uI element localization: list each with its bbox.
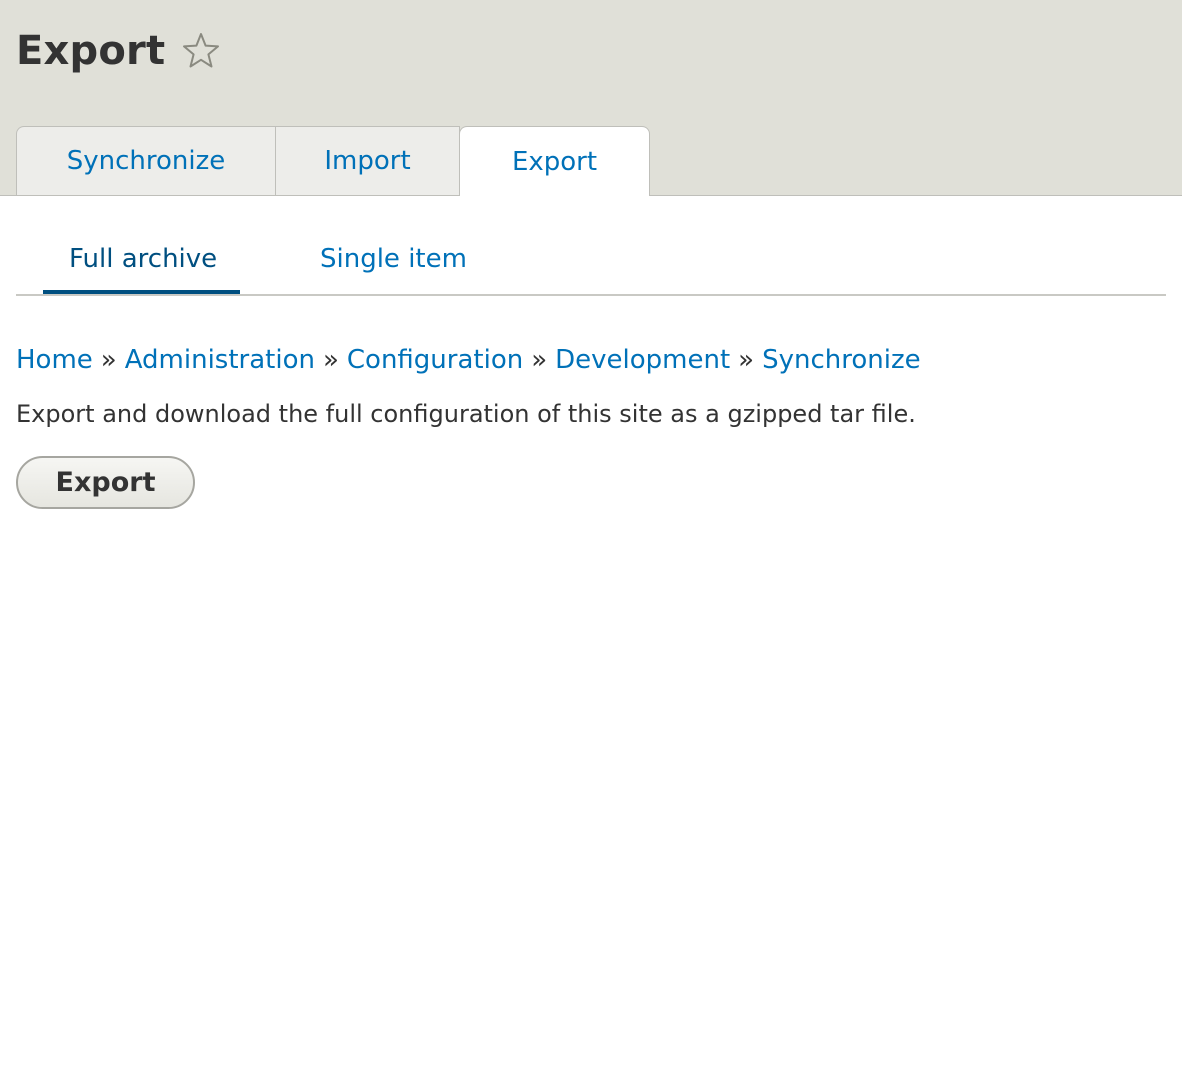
export-description: Export and download the full configurati… [16, 400, 916, 428]
breadcrumb-home[interactable]: Home [16, 345, 93, 375]
tab-export[interactable]: Export [459, 126, 650, 196]
breadcrumb-administration[interactable]: Administration [125, 345, 315, 375]
subtab-full-archive[interactable]: Full archive [69, 244, 217, 274]
breadcrumb-configuration[interactable]: Configuration [347, 345, 523, 375]
active-subtab-indicator [43, 290, 240, 294]
title-row: Export [16, 28, 221, 74]
tab-synchronize[interactable]: Synchronize [16, 126, 276, 195]
breadcrumb-separator: » [322, 345, 339, 375]
export-button[interactable]: Export [16, 456, 195, 509]
breadcrumb-separator: » [100, 345, 117, 375]
breadcrumb-development[interactable]: Development [555, 345, 730, 375]
primary-tabs: Synchronize Import Export [16, 126, 650, 196]
tab-import[interactable]: Import [275, 126, 460, 195]
page-header: Export Synchronize Import Export [0, 0, 1182, 196]
breadcrumb-synchronize[interactable]: Synchronize [762, 345, 921, 375]
breadcrumb-separator: » [738, 345, 755, 375]
breadcrumb: Home» Administration» Configuration» Develo… [16, 345, 921, 375]
page-title: Export [16, 28, 166, 74]
secondary-tabs: Full archive Single item [16, 196, 1166, 296]
subtab-single-item[interactable]: Single item [320, 244, 467, 274]
breadcrumb-separator: » [531, 345, 548, 375]
star-icon[interactable] [181, 31, 221, 71]
